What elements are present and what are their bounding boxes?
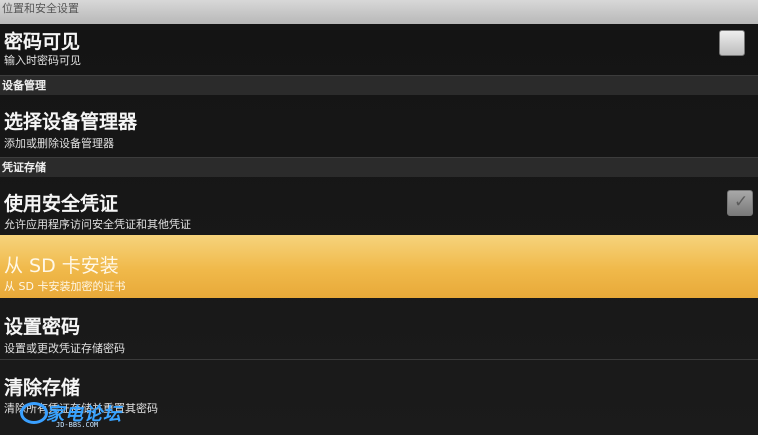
set-password-subtitle: 设置或更改凭证存储密码 (4, 342, 125, 355)
use-secure-credentials-row[interactable]: 使用安全凭证 允许应用程序访问安全凭证和其他凭证 ✓ (0, 178, 758, 234)
select-device-admins-subtitle: 添加或删除设备管理器 (4, 137, 114, 150)
visible-password-title: 密码可见 (4, 31, 81, 53)
install-from-sd-subtitle: 从 SD 卡安装加密的证书 (4, 280, 126, 293)
set-password-title: 设置密码 (4, 316, 81, 338)
screen-title-bar: 位置和安全设置 (0, 0, 758, 24)
watermark-url: JD-BBS.COM (56, 421, 99, 429)
select-device-admins-row[interactable]: 选择设备管理器 添加或删除设备管理器 (0, 96, 758, 154)
divider (0, 359, 758, 360)
section-credential-storage-label: 凭证存储 (2, 161, 46, 174)
visible-password-row[interactable]: 密码可见 输入时密码可见 (0, 24, 758, 72)
clear-storage-title: 清除存储 (4, 377, 81, 399)
use-secure-credentials-checkbox[interactable]: ✓ (727, 190, 753, 216)
watermark-logo-icon (20, 402, 48, 424)
section-header-device-admin: 设备管理 (0, 75, 758, 95)
set-password-row[interactable]: 设置密码 设置或更改凭证存储密码 (0, 300, 758, 358)
use-secure-credentials-subtitle: 允许应用程序访问安全凭证和其他凭证 (4, 218, 191, 231)
section-device-admin-label: 设备管理 (2, 79, 46, 92)
section-header-credential-storage: 凭证存储 (0, 157, 758, 177)
checkmark-icon: ✓ (734, 192, 749, 212)
forum-watermark: 家电论坛 JD-BBS.COM (20, 398, 130, 432)
visible-password-checkbox[interactable] (719, 30, 745, 56)
install-from-sd-row[interactable]: 从 SD 卡安装 从 SD 卡安装加密的证书 (0, 235, 758, 298)
select-device-admins-title: 选择设备管理器 (4, 111, 138, 133)
visible-password-subtitle: 输入时密码可见 (4, 54, 81, 67)
settings-list: 密码可见 输入时密码可见 设备管理 选择设备管理器 添加或删除设备管理器 凭证存… (0, 24, 758, 435)
use-secure-credentials-title: 使用安全凭证 (4, 193, 119, 215)
install-from-sd-title: 从 SD 卡安装 (4, 255, 119, 277)
screen-title: 位置和安全设置 (2, 2, 79, 15)
